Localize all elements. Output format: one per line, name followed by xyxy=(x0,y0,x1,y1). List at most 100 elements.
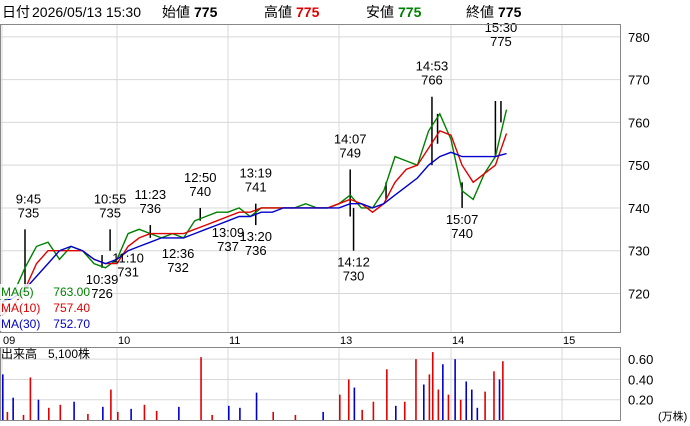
price-tick-label: 740 xyxy=(628,201,650,216)
annotation-value: 732 xyxy=(167,260,189,275)
volume-bar xyxy=(48,407,50,420)
annotation-value: 726 xyxy=(91,286,113,301)
annotation-value: 766 xyxy=(421,73,443,88)
annotation-value: 749 xyxy=(339,145,361,160)
volume-bar xyxy=(395,405,397,420)
volume-bar xyxy=(386,369,388,420)
volume-bar xyxy=(465,381,468,420)
volume-bar xyxy=(428,374,431,420)
annotation-value: 775 xyxy=(490,34,512,49)
annotation-time: 11:10 xyxy=(112,250,144,265)
annotation-time: 12:50 xyxy=(184,170,217,185)
volume-bar xyxy=(493,371,495,420)
annotation-value: 740 xyxy=(189,184,211,199)
legend-name: MA(5) xyxy=(1,285,34,299)
annotation-value: 735 xyxy=(99,205,121,220)
volume-bar xyxy=(110,389,112,420)
legend-value: 757.40 xyxy=(53,301,90,315)
annotation-value: 736 xyxy=(139,201,161,216)
annotation-value: 735 xyxy=(18,205,40,220)
volume-bar xyxy=(155,410,158,420)
annotation-time: 11:23 xyxy=(135,187,167,202)
legend-value: 752.70 xyxy=(53,317,90,331)
time-tick-label: 10 xyxy=(118,335,130,347)
volume-title: 出来高 xyxy=(1,346,37,361)
volume-bar xyxy=(403,401,406,420)
annotation-time: 12:36 xyxy=(162,246,195,261)
time-tick-label: 11 xyxy=(229,335,240,347)
volume-bar xyxy=(29,377,32,420)
volume-bar xyxy=(476,407,479,420)
price-tick-label: 760 xyxy=(628,115,650,130)
volume-bar xyxy=(372,401,375,420)
volume-bar xyxy=(59,404,62,420)
price-tick-label: 750 xyxy=(628,158,650,173)
price-tick-label: 730 xyxy=(628,244,650,259)
intraday-chart: 9:4573510:3972610:5573511:1073111:237361… xyxy=(0,20,687,423)
price-annotations: 9:4573510:3972610:5573511:1073111:237361… xyxy=(16,20,517,301)
annotation-value: 740 xyxy=(451,226,473,241)
volume-bar xyxy=(470,389,473,420)
annotation-time: 14:12 xyxy=(337,255,370,270)
annotation-time: 13:20 xyxy=(239,229,272,244)
legend-name: MA(10) xyxy=(1,301,40,315)
volume-bar xyxy=(117,411,119,420)
volume-bar xyxy=(22,414,25,420)
volume-bar xyxy=(228,405,230,420)
volume-frame xyxy=(0,347,621,421)
volume-bar xyxy=(459,399,462,420)
volume-bar xyxy=(87,413,89,420)
price-tick-label: 780 xyxy=(628,30,650,45)
volume-bar xyxy=(502,361,504,420)
volume-bar xyxy=(454,359,456,420)
volume-bar xyxy=(353,387,356,420)
volume-bar xyxy=(484,391,486,420)
time-tick-label: 14 xyxy=(452,335,464,347)
legend-value: 763.00 xyxy=(53,285,90,299)
annotation-time: 10:55 xyxy=(94,191,127,206)
annotation-time: 15:07 xyxy=(446,212,479,227)
volume-bar xyxy=(423,384,425,420)
annotation-value: 737 xyxy=(217,239,239,254)
ma-line-MA(5) xyxy=(1,109,508,303)
volume-bar xyxy=(200,357,202,420)
volume-bars xyxy=(2,352,504,420)
volume-bar xyxy=(12,397,14,420)
volume-bar xyxy=(447,394,450,420)
ma-legend: MA(5) 763.00 MA(10) 757.40 MA(30) 752.70 xyxy=(0,284,92,331)
price-tick-label: 770 xyxy=(628,73,650,88)
volume-bar xyxy=(272,411,274,420)
volume-grid xyxy=(0,347,620,420)
volume-tick-label: 0.40 xyxy=(628,372,653,387)
annotation-time: 14:53 xyxy=(416,59,449,74)
volume-bar xyxy=(498,379,501,420)
volume-bar xyxy=(347,379,350,420)
annotation-value: 736 xyxy=(245,243,267,258)
annotation-time: 14:07 xyxy=(334,131,367,146)
annotation-value: 731 xyxy=(117,264,139,279)
volume-bar xyxy=(294,414,297,420)
volume-bar xyxy=(211,414,213,420)
time-tick-label: 15 xyxy=(563,335,575,347)
volume-bar xyxy=(415,359,417,420)
annotation-time: 13:19 xyxy=(239,166,272,181)
volume-bar xyxy=(339,394,341,420)
annotation-value: 741 xyxy=(245,180,267,195)
volume-unit-label: (万株) xyxy=(658,409,687,423)
volume-bar xyxy=(143,404,146,420)
annotation-value: 730 xyxy=(343,269,365,284)
volume-bar xyxy=(6,411,9,420)
volume-bar xyxy=(442,364,444,420)
volume-tick-label: 0.60 xyxy=(628,352,653,367)
volume-bar xyxy=(431,352,434,420)
volume-bar xyxy=(239,407,241,420)
volume-bar xyxy=(437,389,440,420)
volume-value: 5,100株 xyxy=(48,346,90,361)
annotation-time: 9:45 xyxy=(16,191,41,206)
volume-bar xyxy=(2,374,4,420)
annotation-time: 15:30 xyxy=(485,20,518,35)
volume-bar xyxy=(130,408,132,420)
time-tick-label: 09 xyxy=(3,335,15,347)
volume-bar xyxy=(73,401,75,420)
volume-bar xyxy=(102,406,104,420)
